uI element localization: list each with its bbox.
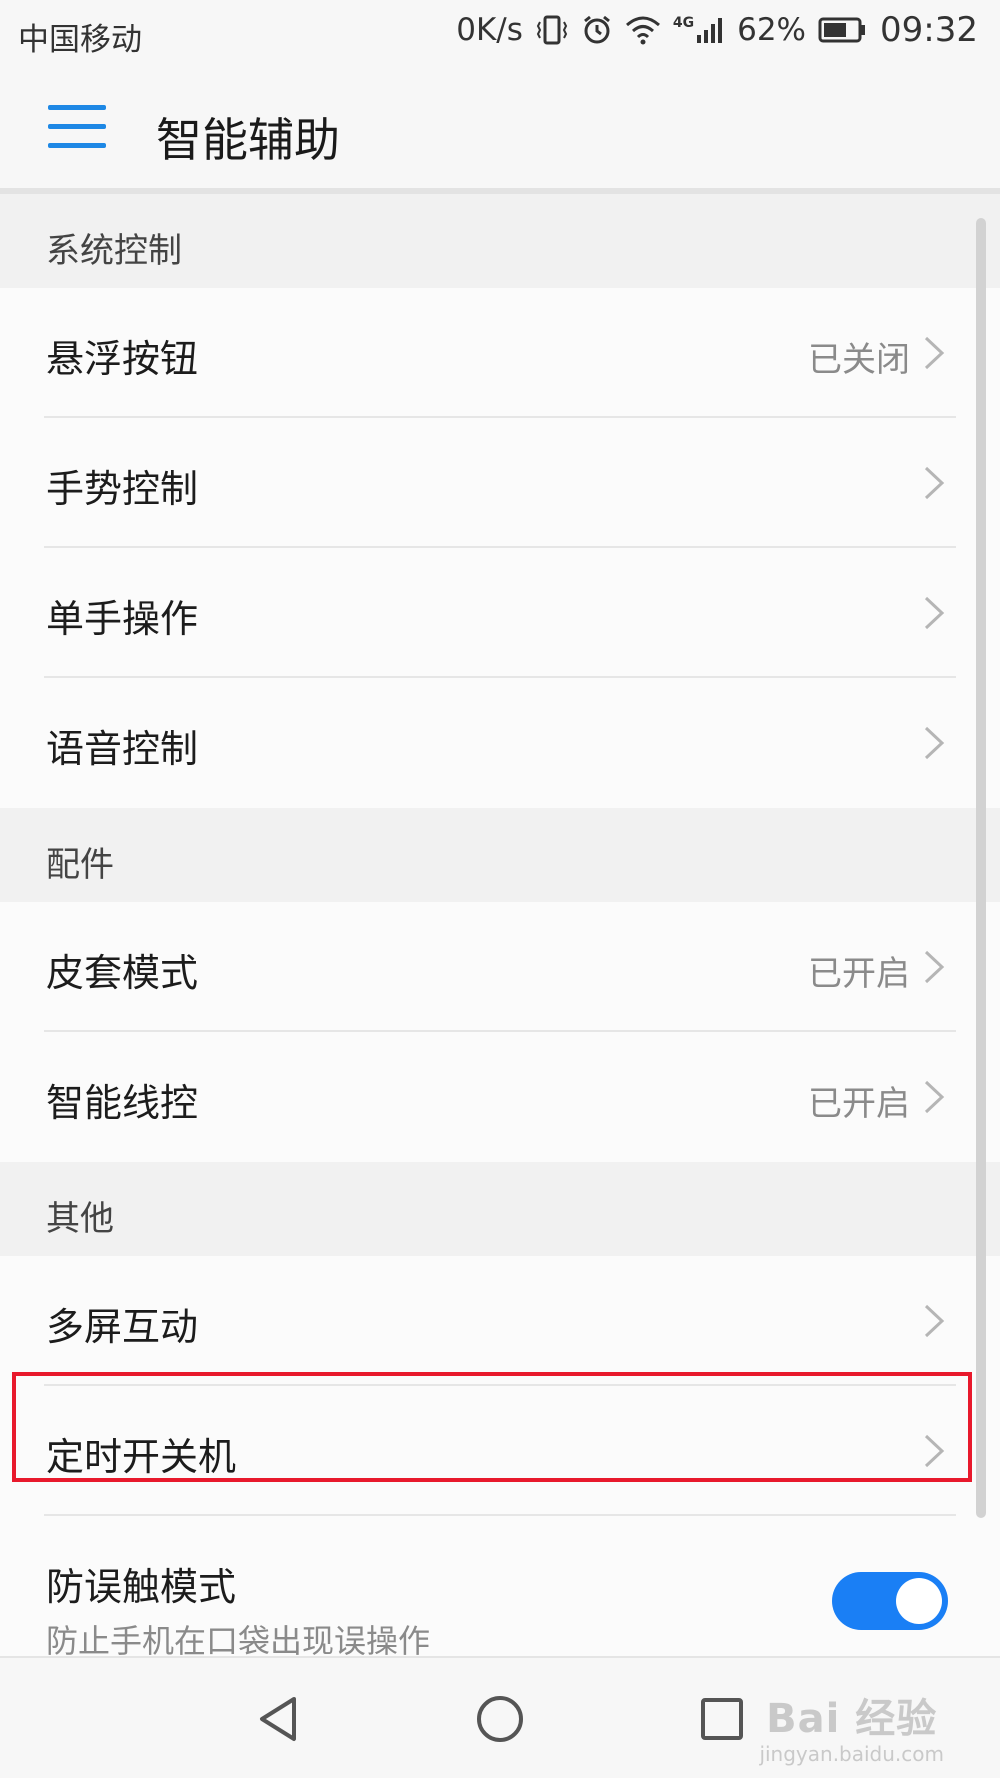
- back-triangle-icon[interactable]: [250, 1691, 306, 1747]
- settings-item-label: 悬浮按钮: [46, 337, 199, 381]
- pocket-mode-toggle[interactable]: [832, 1572, 948, 1630]
- section-header-label: 配件: [46, 845, 114, 885]
- chevron-right-icon: [924, 1434, 945, 1468]
- settings-item-smart-remote[interactable]: 智能线控 已开启: [0, 1032, 1000, 1162]
- settings-item-description: 防止手机在口袋出现误操作: [46, 1622, 431, 1656]
- settings-item-multi-screen[interactable]: 多屏互动: [0, 1256, 1000, 1386]
- settings-item-label: 防误触模式: [46, 1565, 237, 1609]
- settings-item-pocket-mode[interactable]: 防误触模式 防止手机在口袋出现误操作: [0, 1516, 1000, 1656]
- network-type: 4G: [672, 15, 695, 31]
- settings-item-cover-mode[interactable]: 皮套模式 已开启: [0, 902, 1000, 1032]
- chevron-right-icon: [924, 950, 945, 984]
- chevron-right-icon: [924, 596, 945, 630]
- clock: 09:32: [880, 10, 978, 50]
- section-header-accessory: 配件: [0, 808, 1000, 902]
- settings-item-label: 定时开关机: [46, 1435, 237, 1479]
- baidu-watermark: Bai 经验 jingyan.baidu.com: [759, 1686, 944, 1766]
- settings-item-label: 智能线控: [46, 1081, 199, 1125]
- settings-item-label: 语音控制: [46, 727, 199, 771]
- watermark-url: jingyan.baidu.com: [759, 1742, 944, 1766]
- battery-icon: [818, 17, 868, 43]
- battery-percent: 62%: [737, 12, 807, 48]
- carrier-name: 中国移动: [18, 22, 142, 58]
- wifi-icon: [625, 15, 661, 45]
- settings-item-value: 已关闭: [808, 340, 910, 380]
- settings-item-voice-control[interactable]: 语音控制: [0, 678, 1000, 808]
- vibrate-icon: [535, 13, 569, 47]
- navigation-bar: Bai 经验 jingyan.baidu.com: [0, 1656, 1000, 1778]
- settings-item-label: 皮套模式: [46, 951, 199, 995]
- settings-item-label: 手势控制: [46, 467, 199, 511]
- settings-list[interactable]: 系统控制 悬浮按钮 已关闭 手势控制 单手操作 语音控制 配件 皮套模式 已开启…: [0, 194, 1000, 1656]
- watermark-brand: Bai 经验: [766, 1696, 938, 1742]
- settings-item-one-hand-mode[interactable]: 单手操作: [0, 548, 1000, 678]
- recents-square-icon[interactable]: [694, 1691, 750, 1747]
- net-speed: 0K/s: [456, 12, 523, 48]
- settings-item-value: 已开启: [808, 1084, 910, 1124]
- toggle-knob: [896, 1578, 942, 1624]
- app-bar: 智能辅助: [0, 70, 1000, 194]
- settings-item-label: 多屏互动: [46, 1305, 199, 1349]
- chevron-right-icon: [924, 1080, 945, 1114]
- hamburger-menu-icon[interactable]: [48, 105, 106, 155]
- home-circle-icon[interactable]: [472, 1691, 528, 1747]
- alarm-icon: [581, 14, 613, 46]
- status-bar: 中国移动 0K/s 4G 62% 09:32: [0, 0, 1000, 70]
- settings-item-gesture-control[interactable]: 手势控制: [0, 418, 1000, 548]
- page-title: 智能辅助: [156, 113, 340, 167]
- section-header-system: 系统控制: [0, 194, 1000, 288]
- chevron-right-icon: [924, 466, 945, 500]
- settings-item-label: 单手操作: [46, 597, 199, 641]
- scrollbar[interactable]: [976, 218, 986, 1518]
- chevron-right-icon: [924, 726, 945, 760]
- chevron-right-icon: [924, 336, 945, 370]
- section-header-other: 其他: [0, 1162, 1000, 1256]
- settings-item-floating-button[interactable]: 悬浮按钮 已关闭: [0, 288, 1000, 418]
- section-header-label: 其他: [46, 1199, 114, 1239]
- settings-item-scheduled-power[interactable]: 定时开关机: [0, 1386, 1000, 1516]
- chevron-right-icon: [924, 1304, 945, 1338]
- settings-item-value: 已开启: [808, 954, 910, 994]
- signal-icon: 4G: [673, 15, 725, 45]
- section-header-label: 系统控制: [46, 231, 182, 271]
